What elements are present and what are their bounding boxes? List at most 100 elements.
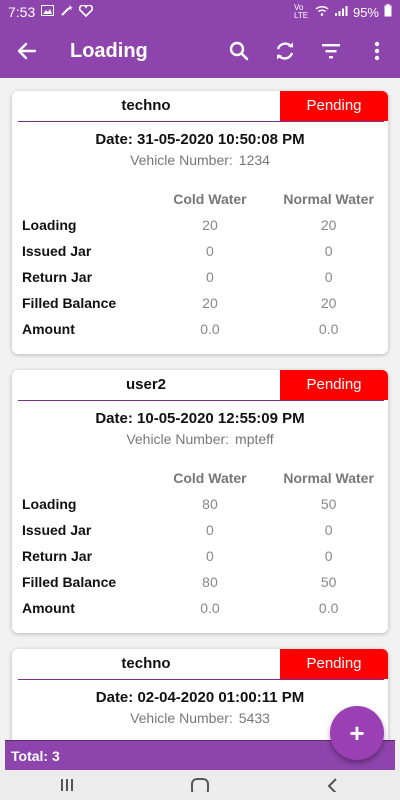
recent-apps-icon <box>60 779 73 791</box>
magic-wand-icon <box>60 4 74 20</box>
home-button[interactable] <box>170 770 230 800</box>
normal-value: 20 <box>320 217 337 233</box>
table-row: Issued Jar 0 0 <box>22 238 388 264</box>
cold-value: 0.0 <box>200 321 220 337</box>
cold-value: 20 <box>202 217 218 233</box>
loading-card[interactable]: user2 Pending Date: 10-05-2020 12:55:09 … <box>12 370 388 633</box>
vehicle-number: mpteff <box>235 431 274 447</box>
status-badge: Pending <box>280 370 388 400</box>
vehicle-number: 5433 <box>238 710 270 726</box>
normal-value: 0 <box>324 522 333 538</box>
row-label: Loading <box>22 496 77 512</box>
refresh-button[interactable] <box>262 24 308 78</box>
cold-value: 0 <box>206 522 214 538</box>
back-nav-button[interactable] <box>303 770 363 800</box>
wifi-icon <box>315 5 329 19</box>
search-button[interactable] <box>216 24 262 78</box>
normal-value: 50 <box>320 496 337 512</box>
table-row: Issued Jar 0 0 <box>22 517 388 543</box>
cold-value: 80 <box>202 496 218 512</box>
cold-value: 20 <box>202 295 218 311</box>
row-label: Amount <box>22 600 75 616</box>
status-time: 7:53 <box>8 4 36 20</box>
table-row: Return Jar 0 0 <box>22 543 388 569</box>
cold-value: 0 <box>206 243 214 259</box>
table-header-row: Cold Water Normal Water <box>22 465 388 491</box>
table-row: Loading 80 50 <box>22 491 388 517</box>
back-button[interactable] <box>0 24 54 78</box>
status-bar: 7:53 Vo LTE 95% <box>0 0 400 24</box>
normal-value: 0 <box>324 548 333 564</box>
cold-value: 0 <box>206 548 214 564</box>
more-options-button[interactable] <box>354 24 400 78</box>
cold-value: 0.0 <box>200 600 220 616</box>
row-label: Loading <box>22 217 77 233</box>
signal-icon <box>334 5 348 19</box>
vehicle-label: Vehicle Number: <box>130 710 233 726</box>
back-nav-icon <box>327 778 338 792</box>
battery-percent: 95% <box>352 4 379 20</box>
row-label: Filled Balance <box>22 574 117 590</box>
col-normal-water: Normal Water <box>283 470 374 486</box>
card-date: Date: 31-05-2020 10:50:08 PM <box>95 131 305 148</box>
battery-icon <box>384 4 392 20</box>
normal-value: 50 <box>320 574 337 590</box>
normal-value: 20 <box>320 295 337 311</box>
col-cold-water: Cold Water <box>173 470 247 486</box>
cold-value: 0 <box>206 269 214 285</box>
loading-card[interactable]: techno Pending Date: 31-05-2020 10:50:08… <box>12 91 388 354</box>
home-icon <box>190 778 209 792</box>
card-user: user2 <box>125 376 167 393</box>
gallery-icon <box>41 5 55 19</box>
search-icon <box>229 41 249 61</box>
col-cold-water: Cold Water <box>173 191 247 207</box>
heart-monitor-icon <box>79 3 94 20</box>
add-button[interactable]: + <box>330 706 384 760</box>
filter-button[interactable] <box>308 24 354 78</box>
normal-value: 0 <box>324 269 333 285</box>
table-header-row: Cold Water Normal Water <box>22 186 388 212</box>
system-nav-bar <box>0 770 400 800</box>
more-vert-icon <box>374 41 380 61</box>
vehicle-number: 1234 <box>238 152 270 168</box>
network-label: Vo LTE <box>293 3 309 20</box>
card-user: techno <box>121 655 171 672</box>
card-divider <box>18 679 384 680</box>
card-divider <box>18 121 384 122</box>
card-table: Cold Water Normal Water Loading 20 20 Is… <box>12 186 388 354</box>
status-badge: Pending <box>280 649 388 679</box>
row-label: Issued Jar <box>22 522 92 538</box>
row-label: Filled Balance <box>22 295 117 311</box>
row-label: Issued Jar <box>22 243 92 259</box>
card-date: Date: 10-05-2020 12:55:09 PM <box>95 410 305 427</box>
normal-value: 0 <box>324 243 333 259</box>
app-bar: Loading <box>0 24 400 78</box>
card-table: Cold Water Normal Water Loading 80 50 Is… <box>12 465 388 633</box>
row-label: Return Jar <box>22 548 93 564</box>
table-row: Loading 20 20 <box>22 212 388 238</box>
table-row: Filled Balance 80 50 <box>22 569 388 595</box>
col-normal-water: Normal Water <box>283 191 374 207</box>
card-vehicle: Vehicle Number: 1234 <box>12 152 388 168</box>
table-row: Filled Balance 20 20 <box>22 290 388 316</box>
vehicle-label: Vehicle Number: <box>130 152 233 168</box>
card-date: Date: 02-04-2020 01:00:11 PM <box>95 689 305 706</box>
recent-apps-button[interactable] <box>37 770 97 800</box>
table-row: Amount 0.0 0.0 <box>22 316 388 342</box>
loading-list[interactable]: techno Pending Date: 31-05-2020 10:50:08… <box>0 78 400 740</box>
card-divider <box>18 400 384 401</box>
status-badge: Pending <box>280 91 388 121</box>
vehicle-label: Vehicle Number: <box>126 431 230 447</box>
normal-value: 0.0 <box>318 600 339 616</box>
row-label: Return Jar <box>22 269 93 285</box>
card-vehicle: Vehicle Number: mpteff <box>12 431 388 447</box>
card-user: techno <box>121 97 171 114</box>
normal-value: 0.0 <box>318 321 339 337</box>
row-label: Amount <box>22 321 75 337</box>
table-row: Return Jar 0 0 <box>22 264 388 290</box>
cold-value: 80 <box>202 574 218 590</box>
plus-icon: + <box>349 717 365 748</box>
page-title: Loading <box>70 39 148 62</box>
arrow-back-icon <box>17 42 37 60</box>
sync-icon <box>276 42 294 60</box>
